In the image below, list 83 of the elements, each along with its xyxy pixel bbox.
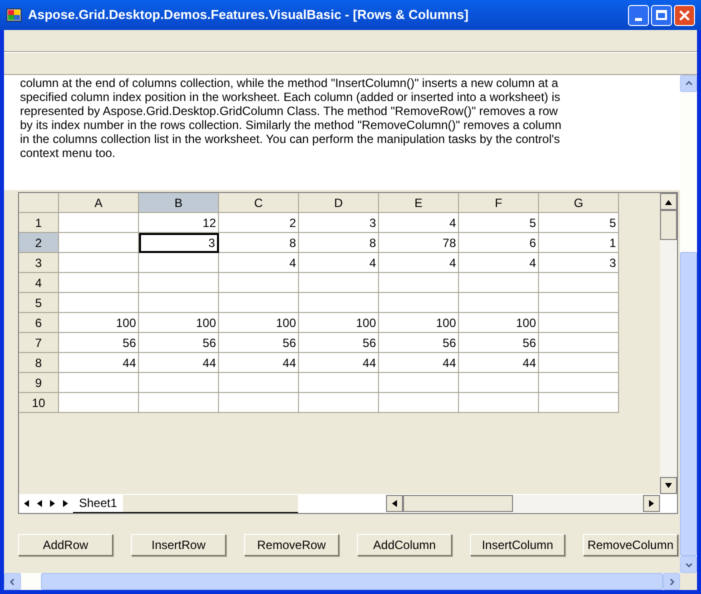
table-cell: 44: [219, 353, 299, 373]
previous-sheet-icon: [36, 500, 43, 507]
table-cell: 5: [539, 213, 619, 233]
table-cell: 3: [539, 253, 619, 273]
scroll-down-icon[interactable]: [680, 556, 697, 573]
column-header[interactable]: C: [219, 193, 299, 213]
row-header[interactable]: 3: [19, 253, 59, 273]
column-header[interactable]: G: [539, 193, 619, 213]
table-cell: 44: [59, 353, 139, 373]
table-cell: 56: [139, 333, 219, 353]
row-header[interactable]: 10: [19, 393, 59, 413]
app-icon: [6, 7, 22, 23]
table-cell: 6: [459, 233, 539, 253]
table-cell: 100: [219, 313, 299, 333]
scroll-right-icon[interactable]: [663, 573, 680, 590]
table-cell: 44: [379, 353, 459, 373]
row-header[interactable]: 9: [19, 373, 59, 393]
window-title: Aspose.Grid.Desktop.Demos.Features.VisualBasic - [Rows & Columns]: [28, 6, 470, 24]
table-cell: 5: [459, 213, 539, 233]
row-header[interactable]: 7: [19, 333, 59, 353]
minimize-button[interactable]: [628, 4, 649, 26]
scroll-right-icon: [648, 500, 655, 507]
scroll-up-icon: [665, 198, 672, 205]
row-header[interactable]: 6: [19, 313, 59, 333]
table-cell: 12: [139, 213, 219, 233]
table-cell: 56: [379, 333, 459, 353]
table-cell: 56: [59, 333, 139, 353]
close-icon: [679, 10, 690, 20]
table-cell: 44: [459, 353, 539, 373]
close-button[interactable]: [674, 4, 695, 26]
scroll-up-icon[interactable]: [680, 75, 697, 92]
action-button[interactable]: AddColumn: [357, 534, 452, 556]
table-cell: 100: [459, 313, 539, 333]
table-cell: 56: [219, 333, 299, 353]
grid-horizontal-scrollbar[interactable]: [386, 495, 660, 512]
table-cell: 3: [139, 233, 219, 253]
table-cell: 56: [299, 333, 379, 353]
vertical-scrollbar[interactable]: [680, 75, 697, 573]
column-header[interactable]: E: [379, 193, 459, 213]
last-sheet-icon: [62, 500, 69, 507]
column-header[interactable]: F: [459, 193, 539, 213]
table-cell: 4: [379, 253, 459, 273]
scroll-down-icon: [665, 482, 672, 489]
action-button[interactable]: AddRow: [18, 534, 113, 556]
row-header[interactable]: 2: [19, 233, 59, 253]
table-cell: 8: [299, 233, 379, 253]
column-header[interactable]: B: [139, 193, 219, 213]
table-cell: 2: [219, 213, 299, 233]
first-sheet-icon: [23, 500, 30, 507]
grid-vertical-scrollbar[interactable]: [660, 193, 677, 494]
maximize-button[interactable]: [651, 4, 672, 26]
table-cell: 4: [379, 213, 459, 233]
table-cell: 4: [459, 253, 539, 273]
row-header[interactable]: 5: [19, 293, 59, 313]
table-cell: 100: [379, 313, 459, 333]
table-cell: 4: [219, 253, 299, 273]
column-header[interactable]: D: [299, 193, 379, 213]
table-cell: 100: [59, 313, 139, 333]
action-button[interactable]: RemoveRow: [244, 534, 339, 556]
description-text: column at the end of columns collection, while the method "InsertColumn()" inserts a new column at a specified column index position in the worksheet. Each column (added or inserted into a worksheet) is represented by Aspose.Grid.Desktop.GridColumn Class. The method "RemoveRow()" removes a row by its index number in the rows collection. Similarly the method "RemoveColumn()" removes a column in the columns collection list in the worksheet. You can perform the manipulation tasks by the control's context menu too.: [4, 75, 680, 190]
action-button[interactable]: RemoveColumn: [583, 534, 678, 556]
action-button[interactable]: InsertColumn: [470, 534, 565, 556]
table-cell: 78: [379, 233, 459, 253]
table-cell: 100: [139, 313, 219, 333]
scroll-left-icon: [391, 500, 398, 507]
table-cell: 8: [219, 233, 299, 253]
scroll-thumb[interactable]: [660, 210, 677, 240]
table-cell: 100: [299, 313, 379, 333]
table-cell: 3: [299, 213, 379, 233]
scroll-thumb[interactable]: [680, 252, 697, 556]
scroll-thumb[interactable]: [403, 495, 513, 512]
table-cell: 4: [299, 253, 379, 273]
row-header[interactable]: 4: [19, 273, 59, 293]
table-cell: 44: [139, 353, 219, 373]
column-header[interactable]: A: [59, 193, 139, 213]
row-header[interactable]: 8: [19, 353, 59, 373]
table-cell: 56: [459, 333, 539, 353]
action-button[interactable]: InsertRow: [131, 534, 226, 556]
table-cell: 44: [299, 353, 379, 373]
next-sheet-icon: [49, 500, 56, 507]
table-cell: 1: [539, 233, 619, 253]
row-header[interactable]: 1: [19, 213, 59, 233]
scroll-left-icon[interactable]: [4, 573, 21, 590]
